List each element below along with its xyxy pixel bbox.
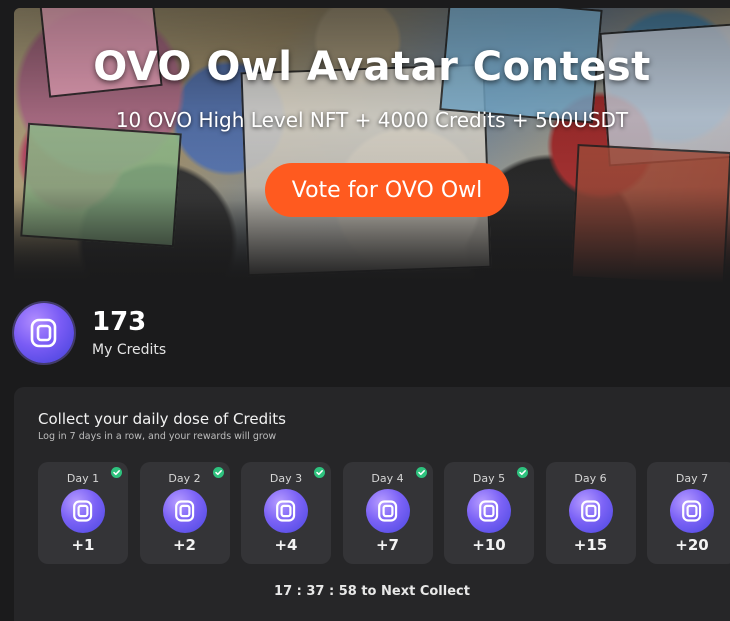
vote-button[interactable]: Vote for OVO Owl xyxy=(265,163,509,217)
credits-coin-icon xyxy=(670,489,714,533)
day-reward: +4 xyxy=(274,536,298,554)
day-reward: +10 xyxy=(472,536,506,554)
day-tile[interactable]: Day 2 +2 xyxy=(139,462,230,564)
check-icon xyxy=(415,467,427,478)
day-tile[interactable]: Day 5 +10 xyxy=(444,462,534,564)
day-reward: +2 xyxy=(172,536,196,554)
credits-coin-icon xyxy=(264,489,308,533)
credits-value: 173 xyxy=(92,307,147,337)
daily-title: Collect your daily dose of Credits xyxy=(38,410,286,428)
day-reward: +7 xyxy=(375,536,399,554)
day-reward: +20 xyxy=(675,536,709,554)
contest-prizes: 10 OVO High Level NFT + 4000 Credits + 5… xyxy=(115,108,629,132)
day-label: Day 6 xyxy=(574,472,607,485)
contest-title: OVO Owl Avatar Contest xyxy=(93,44,651,90)
day-tile[interactable]: Day 1 +1 xyxy=(38,462,128,564)
check-icon xyxy=(111,467,122,478)
check-icon xyxy=(517,467,528,478)
daily-credits-card: Collect your daily dose of Credits Log i… xyxy=(14,387,730,621)
day-label: Day 7 xyxy=(675,472,709,485)
day-tile[interactable]: Day 7 +20 xyxy=(647,462,730,564)
credits-coin-icon xyxy=(467,489,511,533)
check-icon xyxy=(212,467,224,478)
day-reward: +15 xyxy=(573,536,608,554)
credits-coin-icon xyxy=(162,489,207,533)
credits-coin-icon xyxy=(365,489,410,533)
day-tile[interactable]: Day 4 +7 xyxy=(342,462,433,564)
daily-subtitle: Log in 7 days in a row, and your rewards… xyxy=(38,431,277,442)
credits-coin-icon xyxy=(568,489,613,533)
day-tile[interactable]: Day 3 +4 xyxy=(241,462,331,564)
day-reward: +1 xyxy=(71,536,95,554)
day-tile[interactable]: Day 6 +15 xyxy=(545,462,636,564)
credits-coin-icon xyxy=(61,489,105,533)
credits-label: My Credits xyxy=(92,342,167,358)
credits-coin-icon xyxy=(14,303,74,363)
next-collect-timer: 17 : 37 : 58 to Next Collect xyxy=(274,584,470,599)
check-icon xyxy=(314,467,325,478)
